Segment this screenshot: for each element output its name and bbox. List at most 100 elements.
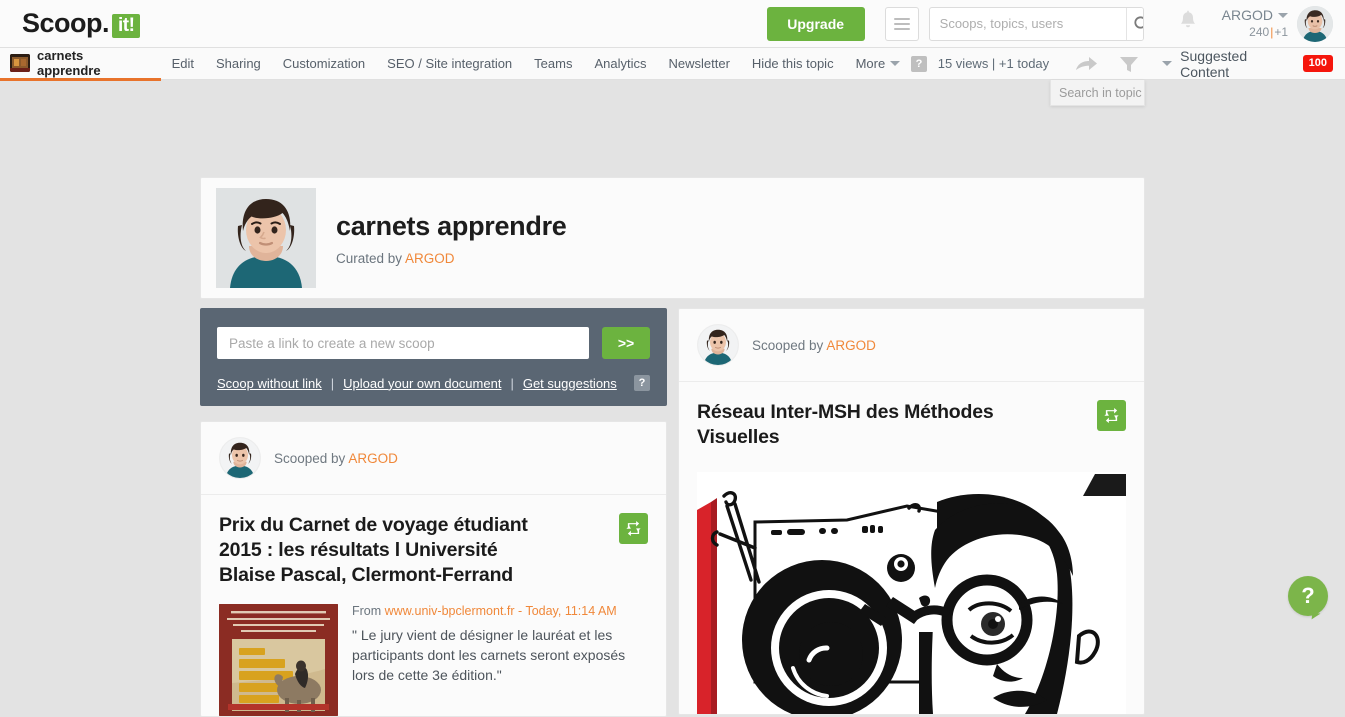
upgrade-button[interactable]: Upgrade [766,6,865,41]
logo-it-badge: it! [112,14,141,38]
post-meta-row: From www.univ-bpclermont.fr - Today, 11:… [219,588,648,716]
topic-views-stat: 15 views | +1 today [937,56,1050,71]
suggested-content-toggle[interactable]: Suggested Content 100 [1149,48,1345,80]
scooper-portrait [220,438,260,478]
topic-tab-label: carnets apprendre [37,48,101,78]
chevron-down-icon [1278,13,1288,19]
avatar[interactable] [1297,5,1333,42]
post-image[interactable] [697,471,1126,714]
topic-thumbnail-icon [10,54,30,72]
subnav-right-group: ? 15 views | +1 today Suggested Content … [911,48,1345,80]
post-card-header: Scooped by ARGOD [201,422,666,495]
link-separator: | [330,375,335,391]
user-points-delta: +1 [1274,24,1288,39]
curator-portrait [216,188,316,288]
nav-item-analytics[interactable]: Analytics [583,56,657,71]
post-title[interactable]: Prix du Carnet de voyage étudiant 2015 :… [219,513,549,588]
hamburger-line [893,17,910,20]
topbar-right-group: Upgrade ARGO [766,0,1345,47]
post-thumbnail[interactable] [219,603,338,716]
user-name-row: ARGOD [1222,7,1288,25]
help-bubble-label: ? [1301,583,1315,608]
create-scoop-box: >> Scoop without link | Upload your own … [200,308,667,406]
global-search [928,6,1144,41]
page-title: carnets apprendre [336,210,567,241]
rescoop-loop-icon [626,521,641,536]
tab-topic-carnets-apprendre[interactable]: carnets apprendre [0,48,161,81]
help-chat-icon[interactable]: ? [1288,576,1328,616]
curated-by-line: Curated by ARGOD [336,251,567,266]
share-glyph [1076,56,1098,70]
nav-item-edit[interactable]: Edit [161,56,205,71]
chevron-down-icon [1162,61,1173,66]
post-date: - Today, 11:14 AM [518,603,617,618]
create-scoop-input-row: >> [217,327,650,359]
user-name-label: ARGOD [1221,7,1273,24]
post-card-body: Réseau Inter-MSH des Méthodes Visuelles [679,382,1144,714]
post-card-header: Scooped by ARGOD [679,309,1144,382]
scooped-prefix: Scooped by [752,337,827,353]
scooper-name-link[interactable]: ARGOD [348,451,398,466]
nav-item-hide-this-topic[interactable]: Hide this topic [741,56,845,71]
top-navigation-bar: Scoop. it! Upgrade Scoops, topics, users… [0,0,1345,48]
help-question-icon[interactable]: ? [634,375,650,391]
logo-text: Scoop. [22,8,110,38]
post-source-line: From www.univ-bpclermont.fr - Today, 11:… [352,604,648,618]
topic-curator-photo [216,188,316,288]
scoop-without-link-link[interactable]: Scoop without link [217,376,322,391]
avatar-portrait [1297,5,1333,42]
funnel-filter-icon[interactable] [1109,54,1149,74]
bell-glyph [1180,10,1195,28]
rescoop-button[interactable] [1097,400,1126,431]
share-arrow-icon[interactable] [1065,54,1109,74]
camera-portrait-illustration [697,471,1126,714]
new-scoop-link-input[interactable] [217,327,589,359]
search-input[interactable] [929,7,1126,40]
search-in-topic-placeholder: Search in topic [1059,85,1142,100]
scooper-name-link[interactable]: ARGOD [826,338,876,353]
points-separator: | [1270,24,1274,39]
nav-item-sharing[interactable]: Sharing [205,56,272,71]
submit-scoop-button[interactable]: >> [602,327,650,359]
from-prefix: From [352,603,385,618]
avatar[interactable] [219,437,261,479]
create-scoop-links: Scoop without link | Upload your own doc… [217,375,650,391]
hamburger-line [893,22,910,25]
curated-prefix: Curated by [336,250,406,266]
scooped-by-line: Scooped by ARGOD [274,451,398,466]
post-title[interactable]: Réseau Inter-MSH des Méthodes Visuelles [697,400,1027,450]
rescoop-button[interactable] [619,513,648,544]
topic-header-card: carnets apprendre Curated by ARGOD [200,177,1145,299]
search-in-topic-field[interactable]: Search in topic [1050,80,1145,106]
get-suggestions-link[interactable]: Get suggestions [523,376,617,391]
nav-item-seo-site-integration[interactable]: SEO / Site integration [376,56,523,71]
filter-glyph [1120,56,1139,72]
post-meta-text: From www.univ-bpclermont.fr - Today, 11:… [352,604,648,716]
nav-item-newsletter[interactable]: Newsletter [658,56,741,71]
search-icon[interactable] [1125,7,1143,40]
notifications-bell-icon[interactable] [1178,10,1198,37]
topic-thumb-glyph [10,54,30,72]
left-column: >> Scoop without link | Upload your own … [200,308,667,717]
search-glyph [1134,15,1143,29]
user-account-menu[interactable]: ARGOD 240|+1 [1222,5,1337,42]
scooped-by-line: Scooped by ARGOD [752,338,876,353]
nav-item-teams[interactable]: Teams [523,56,583,71]
curator-name-link[interactable]: ARGOD [405,251,455,266]
suggested-content-badge: 100 [1302,54,1333,73]
scoopit-logo[interactable]: Scoop. it! [22,8,141,39]
post-source-link[interactable]: www.univ-bpclermont.fr [385,604,515,618]
nav-item-more[interactable]: More [845,56,912,71]
topic-navigation-bar: carnets apprendre Edit Sharing Customiza… [0,48,1345,106]
rescoop-loop-icon [1104,408,1119,423]
right-column: Scooped by ARGOD Réseau Inter-MSH des Mé… [678,308,1145,715]
post-card-body: Prix du Carnet de voyage étudiant 2015 :… [201,495,666,716]
hamburger-menu-icon[interactable] [884,6,919,41]
avatar[interactable] [697,324,739,366]
hamburger-line [893,27,910,30]
scooper-portrait [698,325,738,365]
help-question-icon[interactable]: ? [911,55,927,72]
suggested-content-label: Suggested Content [1180,47,1248,80]
nav-item-customization[interactable]: Customization [272,56,376,71]
upload-document-link[interactable]: Upload your own document [343,376,501,391]
